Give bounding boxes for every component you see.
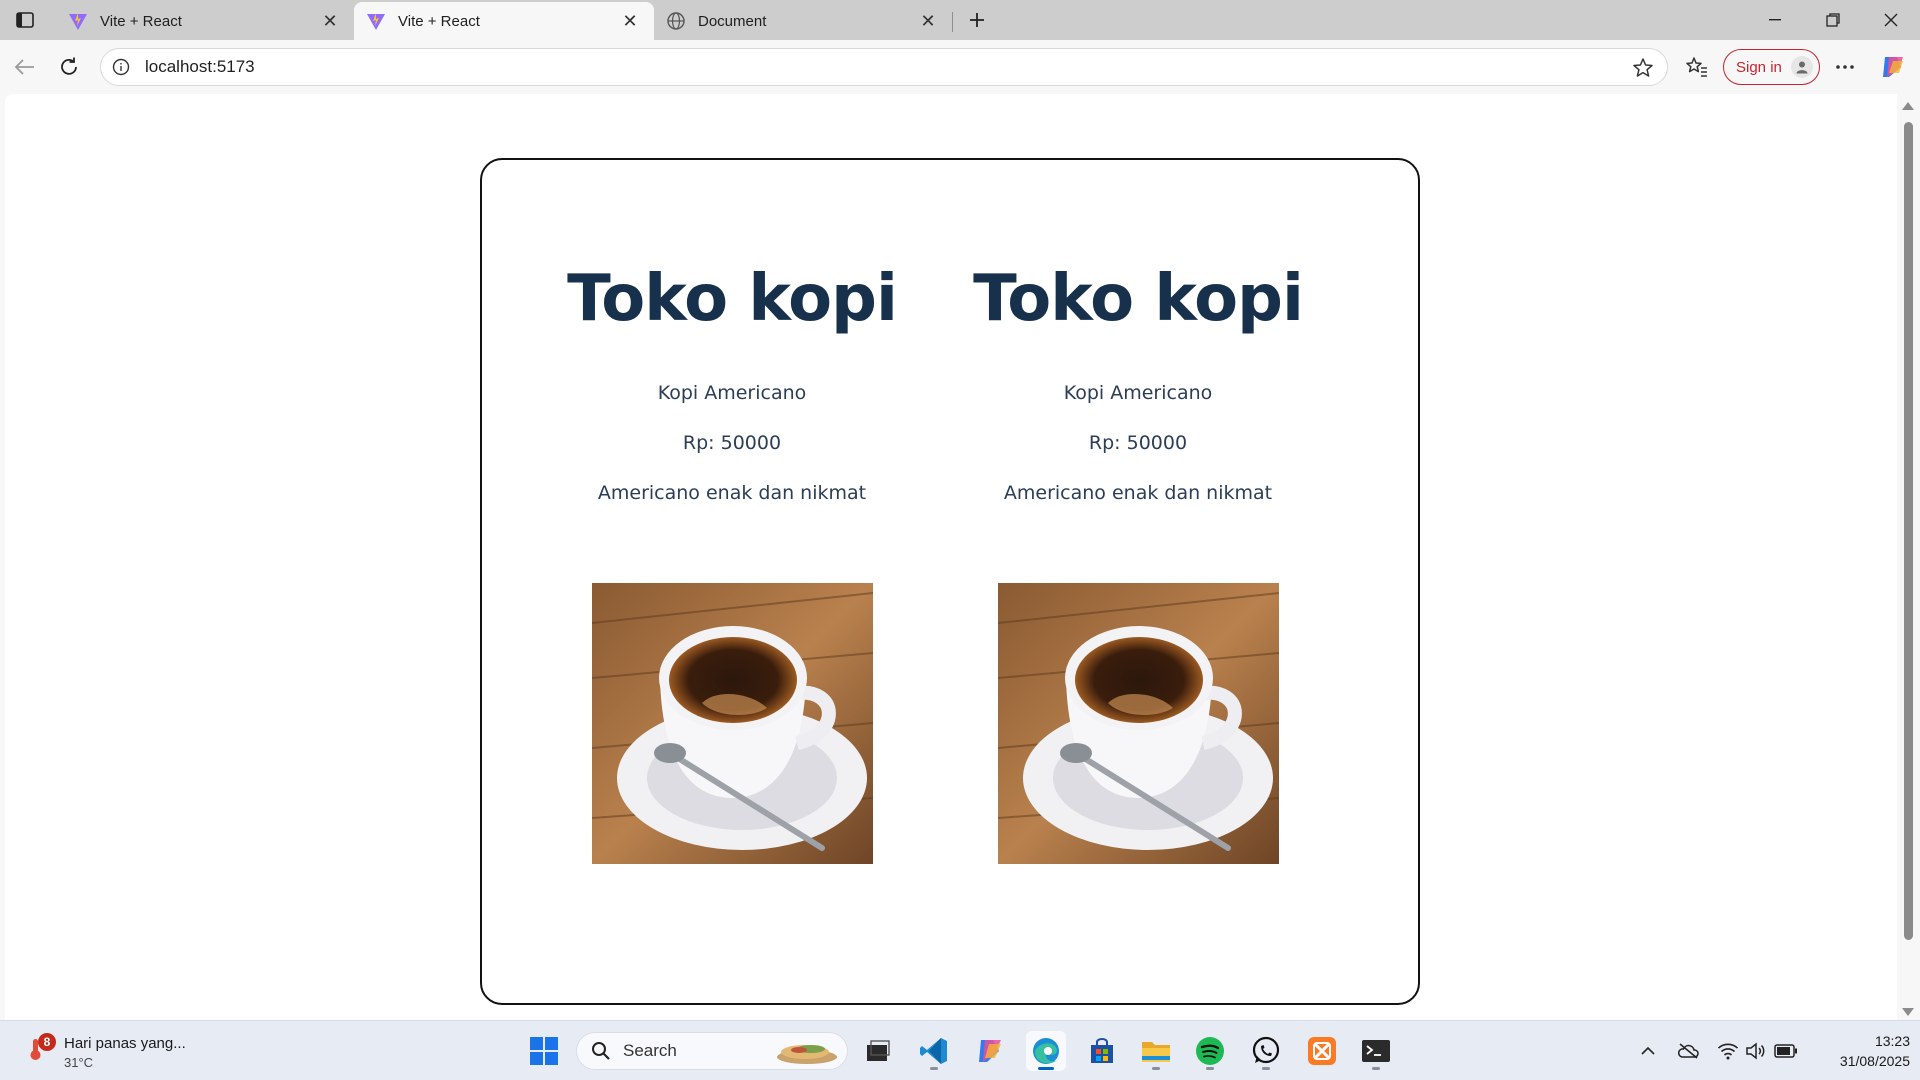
sign-in-label: Sign in (1736, 58, 1782, 76)
system-clock[interactable]: 13:23 31/08/2025 (1805, 1031, 1910, 1071)
running-indicator (1262, 1067, 1270, 1070)
browser-toolbar: localhost:5173 Sign in (0, 40, 1920, 94)
onedrive-offline-icon[interactable] (1676, 1039, 1700, 1063)
scrollbar-thumb[interactable] (1904, 122, 1913, 940)
favorite-star-icon[interactable] (1631, 56, 1655, 80)
taskbar-search[interactable]: Search (576, 1032, 848, 1070)
whatsapp-icon[interactable] (1246, 1031, 1286, 1071)
search-icon (591, 1041, 611, 1061)
shop-title: Toko kopi (567, 262, 898, 336)
url-text[interactable]: localhost:5173 (145, 57, 255, 77)
profile-avatar-icon (1791, 56, 1813, 78)
product-card-1: Toko kopi Kopi Americano Rp: 50000 Ameri… (552, 160, 912, 865)
vscode-icon[interactable] (914, 1031, 954, 1071)
back-arrow-icon[interactable] (10, 52, 40, 82)
copilot-app-icon[interactable] (970, 1031, 1010, 1071)
vertical-scrollbar[interactable] (1897, 94, 1920, 1020)
site-info-icon[interactable] (111, 57, 131, 77)
notification-badge: 8 (38, 1033, 56, 1051)
globe-icon (666, 11, 686, 31)
tab-strip: Vite + React ✕ Vite + React ✕ Document ✕ (0, 0, 1920, 40)
active-indicator (1038, 1067, 1054, 1070)
microsoft-store-icon[interactable] (1082, 1031, 1122, 1071)
tab-title: Vite + React (398, 12, 480, 30)
coffee-cup-image (591, 583, 873, 865)
product-card-2: Toko kopi Kopi Americano Rp: 50000 Ameri… (958, 160, 1318, 865)
terminal-icon[interactable] (1356, 1031, 1396, 1071)
show-hidden-icons-chevron-icon[interactable] (1636, 1039, 1660, 1063)
windows-taskbar: 8 Hari panas yang... 31°C Search 13:23 3… (0, 1020, 1920, 1080)
new-tab-icon[interactable] (962, 6, 992, 34)
clock-date: 31/08/2025 (1839, 1053, 1910, 1069)
battery-icon[interactable] (1774, 1039, 1798, 1063)
task-view-icon[interactable] (858, 1031, 898, 1071)
product-description: Americano enak dan nikmat (1003, 482, 1273, 505)
sign-in-button[interactable]: Sign in (1723, 49, 1820, 85)
restore-icon[interactable] (1804, 0, 1862, 40)
coffee-cup-image (997, 583, 1279, 865)
minimize-icon[interactable] (1746, 0, 1804, 40)
product-name: Kopi Americano (657, 382, 807, 405)
browser-viewport: Toko kopi Kopi Americano Rp: 50000 Ameri… (0, 94, 1920, 1020)
running-indicator (1206, 1067, 1214, 1070)
running-indicator (1152, 1067, 1160, 1070)
close-tab-icon[interactable]: ✕ (618, 9, 642, 33)
weather-temperature: 31°C (64, 1055, 94, 1070)
address-bar[interactable]: localhost:5173 (100, 48, 1668, 86)
search-highlight-food-icon (775, 1039, 839, 1065)
vite-favicon-icon (366, 11, 386, 31)
more-options-icon[interactable] (1830, 52, 1860, 82)
copilot-icon[interactable] (1878, 52, 1908, 82)
running-indicator (1372, 1067, 1380, 1070)
tab-document[interactable]: Document ✕ (654, 2, 953, 40)
volume-icon[interactable] (1744, 1039, 1768, 1063)
web-page: Toko kopi Kopi Americano Rp: 50000 Ameri… (5, 94, 1897, 1020)
favorites-icon[interactable] (1682, 52, 1712, 82)
product-price: Rp: 50000 (682, 432, 782, 455)
tab-vite-react-1[interactable]: Vite + React ✕ (56, 2, 355, 40)
refresh-icon[interactable] (54, 52, 84, 82)
close-tab-icon[interactable]: ✕ (318, 9, 342, 33)
running-indicator (930, 1067, 938, 1070)
scroll-down-arrow-icon[interactable] (1902, 1008, 1914, 1016)
xampp-icon[interactable] (1302, 1031, 1342, 1071)
close-window-icon[interactable] (1862, 0, 1920, 40)
product-name: Kopi Americano (1063, 382, 1213, 405)
tab-title: Document (698, 12, 767, 30)
edge-browser-icon[interactable] (1026, 1031, 1066, 1071)
file-explorer-icon[interactable] (1136, 1031, 1176, 1071)
product-price: Rp: 50000 (1088, 432, 1188, 455)
shop-card: Toko kopi Kopi Americano Rp: 50000 Ameri… (480, 158, 1420, 1005)
spotify-icon[interactable] (1190, 1031, 1230, 1071)
shop-title: Toko kopi (973, 262, 1304, 336)
weather-widget[interactable]: 8 Hari panas yang... 31°C (20, 1031, 190, 1073)
start-windows-icon[interactable] (524, 1031, 564, 1071)
product-description: Americano enak dan nikmat (597, 482, 867, 505)
tab-title: Vite + React (100, 12, 182, 30)
vite-favicon-icon (68, 11, 88, 31)
search-label: Search (623, 1041, 677, 1060)
tab-actions-icon[interactable] (10, 6, 40, 34)
scroll-up-arrow-icon[interactable] (1902, 102, 1914, 110)
wifi-icon[interactable] (1716, 1039, 1740, 1063)
clock-time: 13:23 (1874, 1033, 1910, 1049)
weather-title: Hari panas yang... (64, 1035, 186, 1052)
tab-vite-react-2[interactable]: Vite + React ✕ (354, 2, 654, 40)
close-tab-icon[interactable]: ✕ (916, 9, 940, 33)
